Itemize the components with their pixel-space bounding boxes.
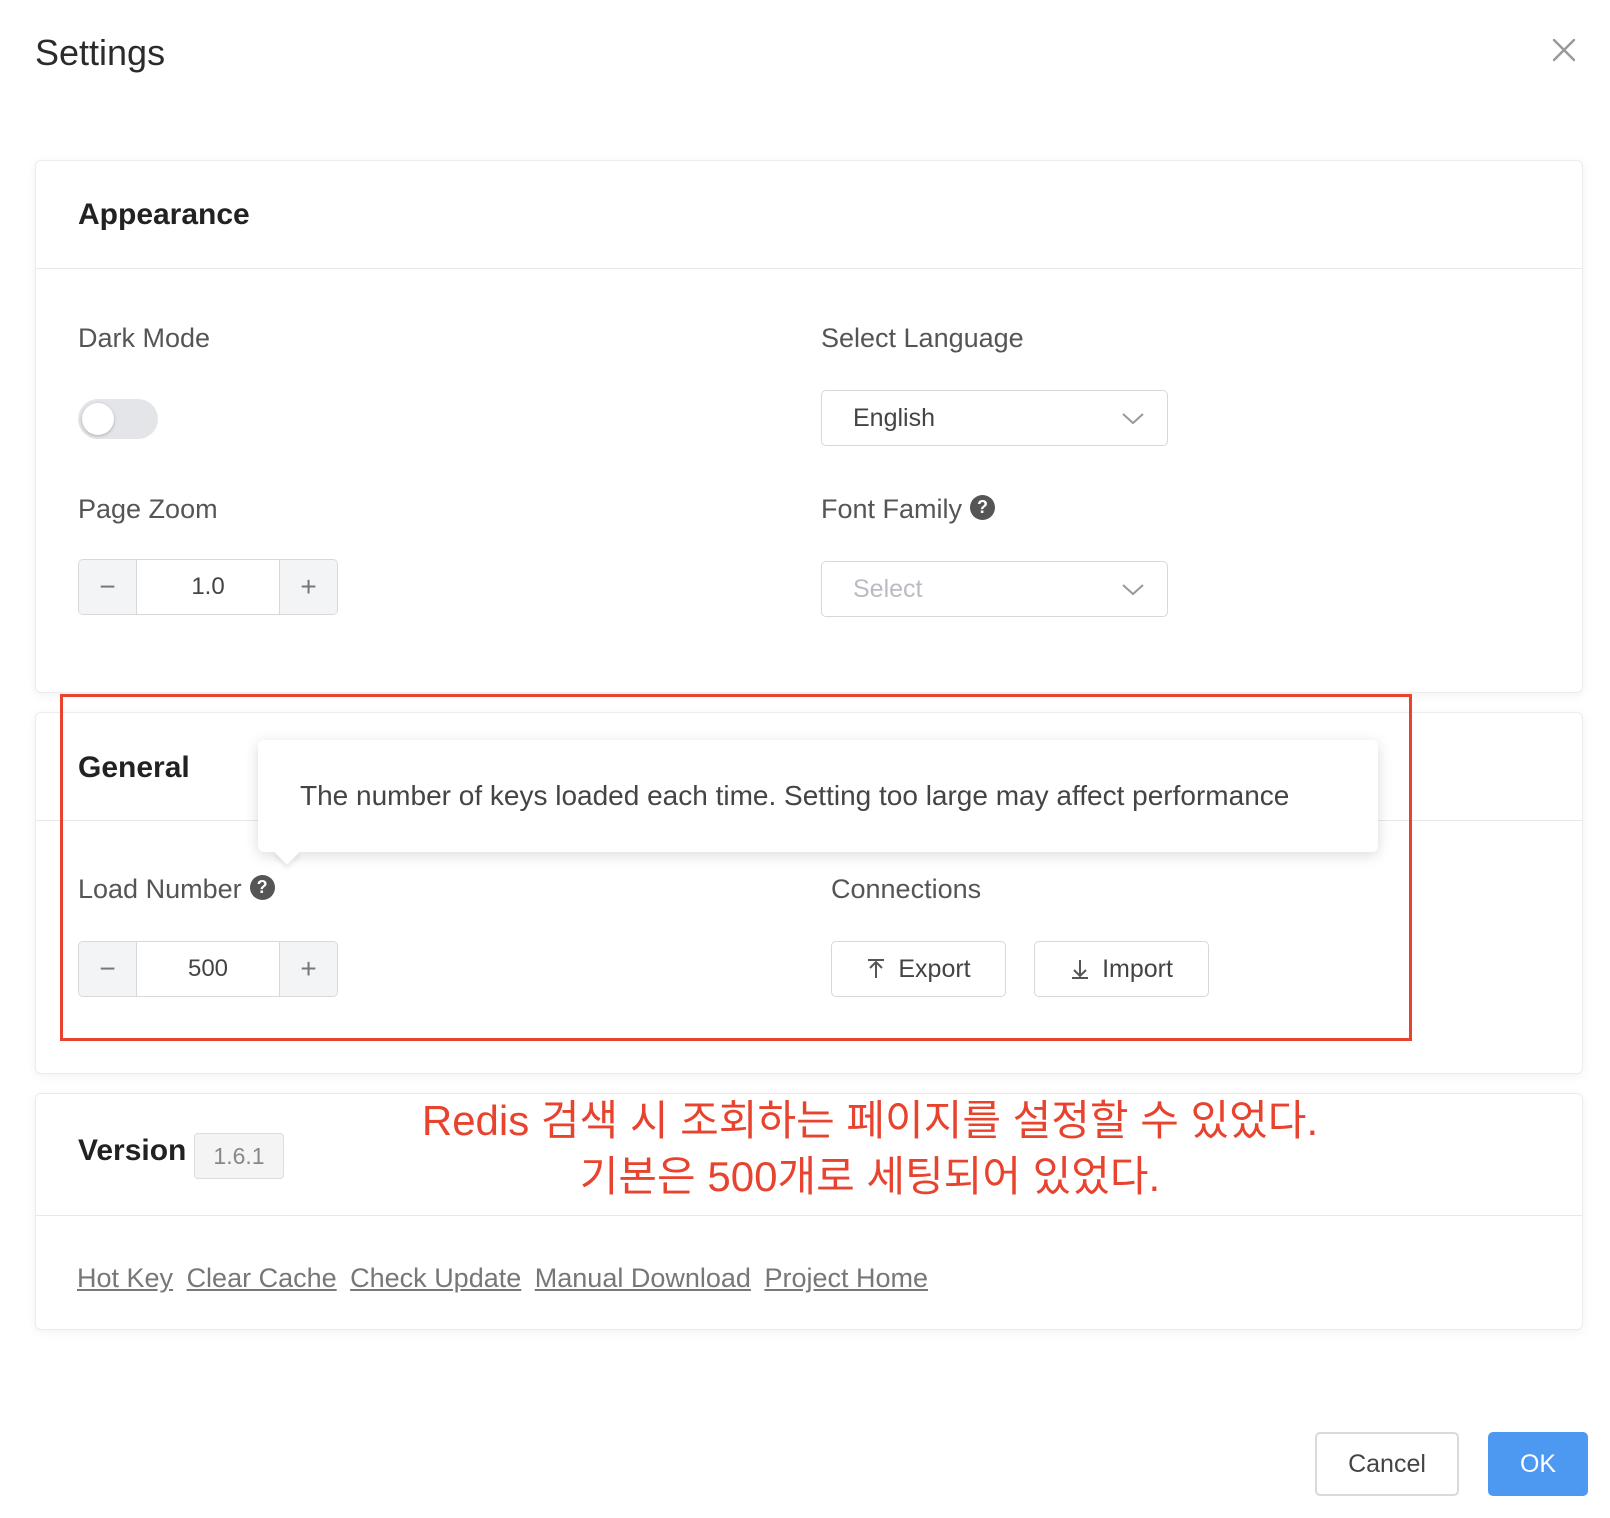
project-home-link[interactable]: Project Home <box>764 1263 928 1293</box>
language-select[interactable]: English <box>821 390 1168 446</box>
font-family-placeholder: Select <box>853 575 923 603</box>
toggle-knob <box>82 403 114 435</box>
load-number-stepper: − + <box>78 941 338 997</box>
close-icon[interactable] <box>1548 34 1580 66</box>
ok-button[interactable]: OK <box>1488 1432 1588 1496</box>
zoom-input[interactable] <box>137 560 279 614</box>
load-number-input[interactable] <box>137 942 279 996</box>
clear-cache-link[interactable]: Clear Cache <box>187 1263 337 1293</box>
check-update-link[interactable]: Check Update <box>350 1263 521 1293</box>
tooltip-text: The number of keys loaded each time. Set… <box>300 780 1290 811</box>
font-family-label: Font Family? <box>821 494 996 525</box>
appearance-card-header: Appearance <box>36 161 1582 269</box>
cancel-button[interactable]: Cancel <box>1315 1432 1459 1496</box>
export-label: Export <box>898 954 971 983</box>
language-label: Select Language <box>821 323 1024 353</box>
dialog-title: Settings <box>35 32 166 73</box>
load-number-label: Load Number? <box>78 874 275 905</box>
font-family-select[interactable]: Select <box>821 561 1168 617</box>
import-button[interactable]: Import <box>1034 941 1209 997</box>
import-label: Import <box>1102 954 1173 983</box>
load-decrease-button[interactable]: − <box>79 942 137 996</box>
connections-label: Connections <box>831 874 982 904</box>
annotation-line-1: Redis 검색 시 조회하는 페이지를 설정할 수 있었다. <box>421 1097 1319 1144</box>
page-zoom-label: Page Zoom <box>78 494 218 524</box>
annotation-line-2: 기본은 500개로 세팅되어 있었다. <box>579 1153 1161 1200</box>
appearance-title: Appearance <box>78 198 250 231</box>
annotation-text: Redis 검색 시 조회하는 페이지를 설정할 수 있었다. 기본은 500개… <box>330 1093 1410 1205</box>
font-family-label-text: Font Family <box>821 494 963 524</box>
chevron-down-icon <box>1122 413 1144 425</box>
hot-key-link[interactable]: Hot Key <box>77 1263 173 1293</box>
export-button[interactable]: Export <box>831 941 1006 997</box>
upload-icon <box>868 959 885 978</box>
load-number-tooltip: The number of keys loaded each time. Set… <box>258 740 1378 865</box>
dark-mode-toggle[interactable] <box>78 399 158 439</box>
zoom-decrease-button[interactable]: − <box>79 560 137 614</box>
load-number-label-text: Load Number <box>78 874 242 904</box>
appearance-card: Appearance Dark Mode Page Zoom − + Selec… <box>35 160 1583 693</box>
download-icon <box>1072 960 1089 979</box>
general-title: General <box>78 751 190 784</box>
manual-download-link[interactable]: Manual Download <box>535 1263 751 1293</box>
language-value: English <box>853 404 935 432</box>
dark-mode-label: Dark Mode <box>78 323 211 353</box>
zoom-increase-button[interactable]: + <box>279 560 337 614</box>
version-badge: 1.6.1 <box>194 1133 284 1179</box>
load-increase-button[interactable]: + <box>279 942 337 996</box>
version-links: Hot Key Clear Cache Check Update Manual … <box>77 1263 934 1294</box>
page-zoom-stepper: − + <box>78 559 338 615</box>
help-icon[interactable]: ? <box>249 875 275 901</box>
version-title: Version <box>78 1134 187 1167</box>
help-icon[interactable]: ? <box>970 495 996 521</box>
chevron-down-icon <box>1122 584 1144 596</box>
